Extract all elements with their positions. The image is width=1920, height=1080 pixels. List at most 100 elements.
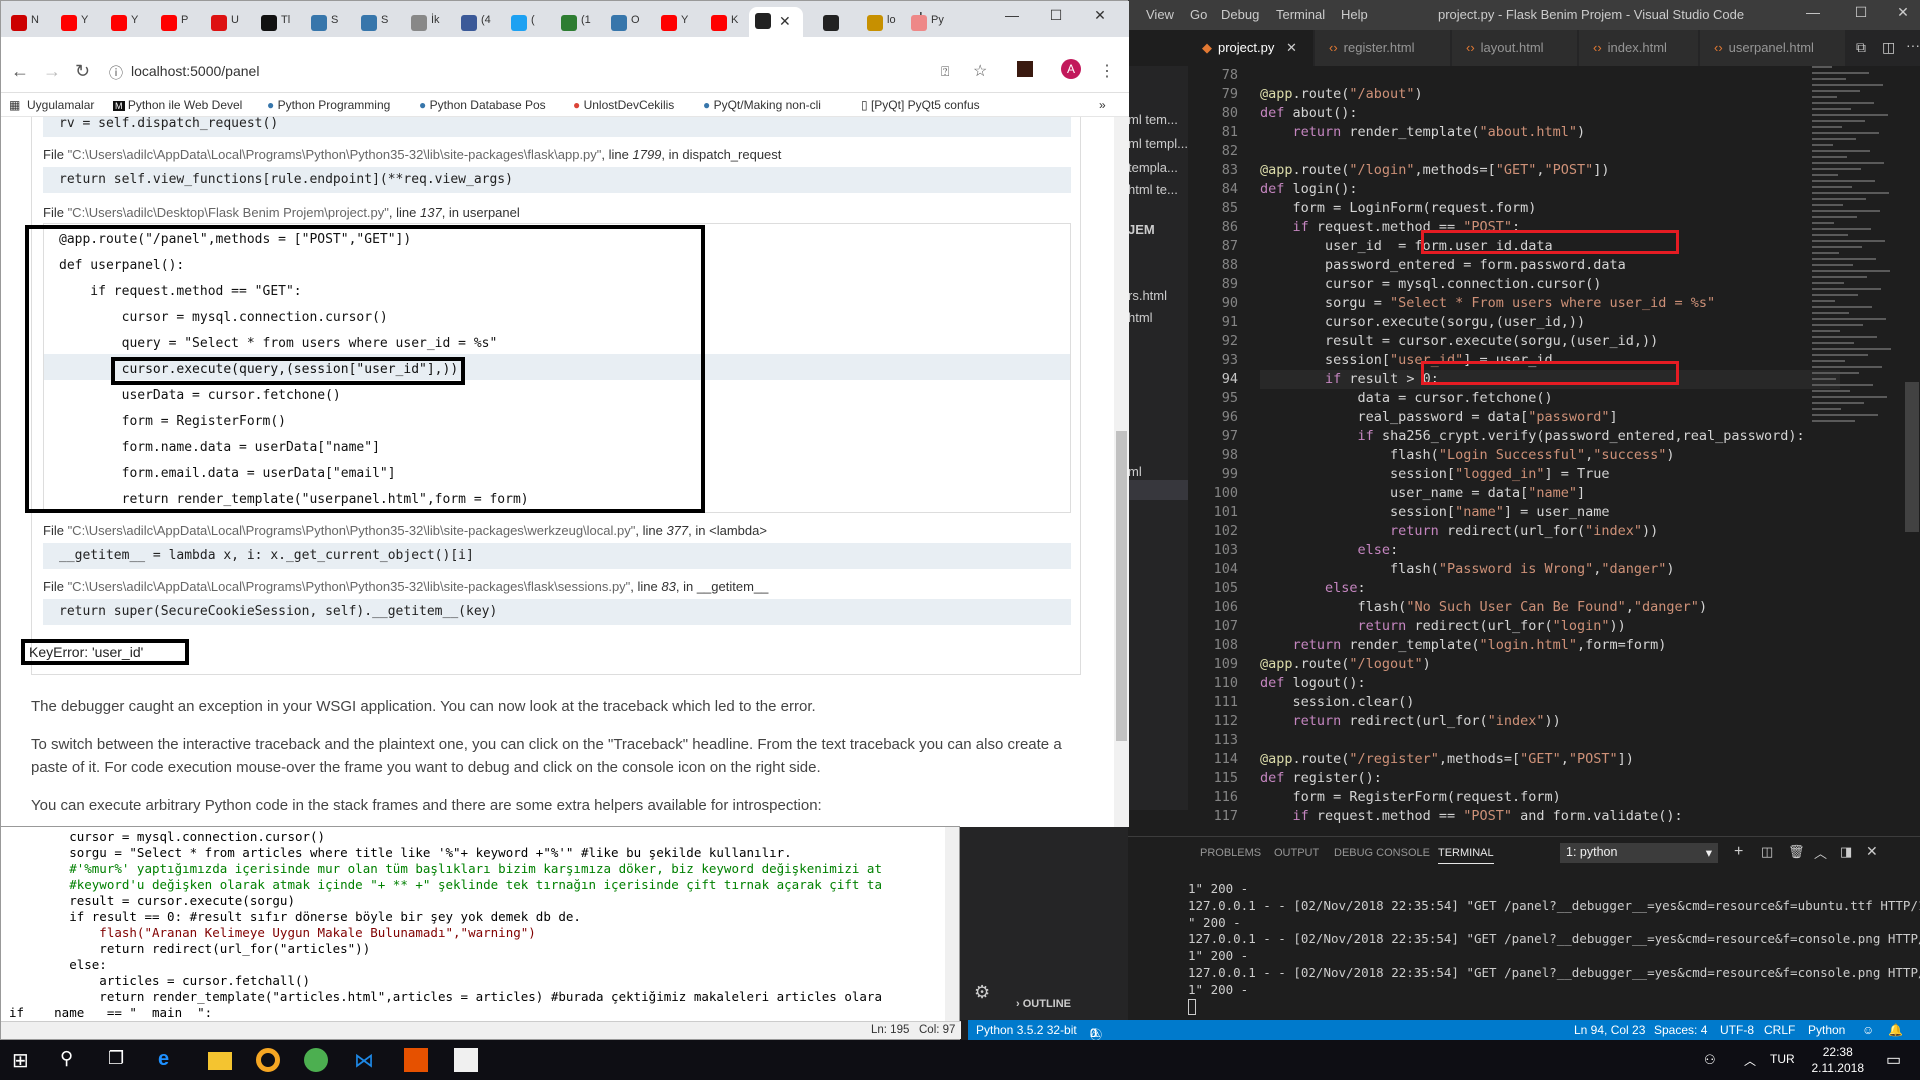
tab-register-html[interactable]: ‹› register.html [1315, 30, 1451, 66]
page-scrollbar[interactable] [1114, 117, 1129, 827]
info-icon[interactable]: ⓘ [109, 63, 123, 83]
tab-project-py[interactable]: ◆ project.py ✕ [1188, 30, 1314, 66]
panel-tab-debug-console[interactable]: DEBUG CONSOLE [1334, 847, 1430, 859]
minimize-icon[interactable]: — [997, 7, 1027, 29]
traceback-code-line[interactable]: return self.view_functions[rule.endpoint… [43, 167, 1071, 193]
panel-tab-output[interactable]: OUTPUT [1274, 847, 1319, 859]
menu-help[interactable]: Help [1341, 7, 1368, 22]
chevron-up-icon[interactable]: ︿ [1744, 1052, 1756, 1069]
browser-tab[interactable]: (1 [555, 9, 595, 37]
explorer-folder[interactable]: JEM [1128, 222, 1155, 237]
browser-tab[interactable]: Y [105, 9, 145, 37]
bookmark-item[interactable]: ▯ [PyQt] PyQt5 confus [861, 98, 980, 112]
bell-icon[interactable]: 🔔 [1888, 1023, 1903, 1037]
terminal-output[interactable]: 1" 200 -127.0.0.1 - - [02/Nov/2018 22:35… [1188, 881, 1920, 999]
app-circle-icon[interactable] [256, 1048, 280, 1072]
code-area[interactable]: @app.route("/about") def about(): return … [1260, 66, 1840, 836]
trash-icon[interactable]: 🗑 [1788, 844, 1805, 860]
task-view-icon[interactable]: ❐ [108, 1048, 132, 1072]
browser-tab[interactable]: (4 [455, 9, 495, 37]
close-icon[interactable]: ✕ [1085, 7, 1115, 29]
browser-tab-active[interactable]: ✕ [749, 7, 803, 37]
browser-tab[interactable]: S [355, 9, 395, 37]
editor-scrollbar[interactable] [945, 827, 959, 1021]
more-bookmarks-icon[interactable]: » [1099, 98, 1106, 112]
bookmark-item[interactable]: Uygulamalar [27, 98, 94, 112]
reload-icon[interactable]: ↻ [75, 61, 90, 82]
traceback-frame-header[interactable]: File "C:\Users\adilc\AppData\Local\Progr… [43, 579, 768, 594]
notepad-icon[interactable] [454, 1048, 478, 1072]
browser-tab[interactable]: Y [655, 9, 695, 37]
traceback-code-line[interactable]: return super(SecureCookieSession, self).… [43, 599, 1071, 625]
status-encoding[interactable]: UTF-8 [1720, 1023, 1754, 1037]
editor-scrollbar[interactable] [1905, 382, 1919, 532]
explorer-item[interactable]: templa... [1128, 160, 1178, 175]
explorer-item[interactable]: html [1128, 310, 1153, 325]
vscode-icon[interactable]: ⋈ [354, 1048, 378, 1072]
status-language[interactable]: Python [1808, 1023, 1845, 1037]
smiley-icon[interactable]: ☺ [1862, 1023, 1874, 1037]
translate-icon[interactable]: ⍰ [941, 63, 949, 80]
menu-view[interactable]: View [1146, 7, 1174, 22]
maximize-icon[interactable]: ☐ [1041, 7, 1071, 29]
browser-tab[interactable]: Py [905, 9, 945, 37]
more-actions-icon[interactable]: ··· [1906, 37, 1920, 53]
chevron-up-icon[interactable]: ︿ [1814, 843, 1827, 862]
text-editor-code[interactable]: cursor = mysql.connection.cursor() sorgu… [9, 829, 939, 1019]
minimize-icon[interactable]: — [1798, 4, 1828, 26]
terminal-select[interactable]: 1: python ▾ [1560, 843, 1718, 863]
extension-icon[interactable] [1017, 61, 1033, 77]
gear-icon[interactable]: ⚙ [974, 982, 990, 1003]
explorer-item[interactable]: ml templ... [1128, 136, 1188, 151]
language-indicator[interactable]: TUR [1770, 1052, 1795, 1066]
menu-terminal[interactable]: Terminal [1276, 7, 1325, 22]
close-icon[interactable]: ✕ [1888, 4, 1918, 26]
chrome-icon[interactable] [304, 1048, 328, 1072]
sublime-icon[interactable] [404, 1048, 428, 1072]
explorer-item[interactable]: ml tem... [1128, 112, 1178, 127]
traceback-frame-header[interactable]: File "C:\Users\adilc\AppData\Local\Progr… [43, 147, 781, 162]
traceback-code-line[interactable]: __getitem__ = lambda x, i: x._get_curren… [43, 543, 1071, 569]
file-explorer-icon[interactable] [208, 1052, 232, 1070]
close-tab-icon[interactable]: ✕ [1286, 40, 1297, 55]
status-cursor-position[interactable]: Ln 94, Col 23 [1574, 1023, 1645, 1037]
explorer-item[interactable]: html te... [1128, 182, 1178, 197]
maximize-icon[interactable]: ☐ [1846, 4, 1876, 26]
tab-index-html[interactable]: ‹› index.html [1579, 30, 1699, 66]
browser-tab[interactable] [817, 9, 857, 37]
browser-tab[interactable]: ( [505, 9, 545, 37]
code-editor[interactable]: 78 79 80 81 82 83 84 85 86 87 88 89 90 91 92 93 94 95 96 97… [1188, 66, 1920, 836]
explorer-item[interactable]: ml [1128, 464, 1142, 479]
browser-tab[interactable]: N [5, 9, 45, 37]
new-terminal-icon[interactable]: + [1734, 843, 1743, 861]
panel-tab-terminal[interactable]: TERMINAL [1438, 847, 1494, 864]
bookmark-item[interactable]: ● Python Database Pos [419, 98, 546, 112]
browser-tab[interactable]: S [305, 9, 345, 37]
windows-start-icon[interactable]: ⊞ [12, 1048, 36, 1072]
edge-icon[interactable]: e [158, 1048, 182, 1072]
avatar[interactable]: A [1061, 59, 1081, 79]
browser-tab[interactable]: Tl [255, 9, 295, 37]
status-indentation[interactable]: Spaces: 4 [1654, 1023, 1707, 1037]
traceback-frame-header[interactable]: File "C:\Users\adilc\Desktop\Flask Benim… [43, 205, 520, 220]
split-terminal-icon[interactable]: ◫ [1761, 844, 1773, 860]
address-bar[interactable]: localhost:5000/panel [131, 63, 259, 79]
panel-layout-icon[interactable]: ◨ [1840, 844, 1852, 860]
menu-icon[interactable]: ⋮ [1099, 61, 1115, 81]
explorer-item[interactable]: rs.html [1128, 288, 1167, 303]
clock[interactable]: 22:38 2.11.2018 [1812, 1044, 1865, 1076]
split-editor-icon[interactable]: ◫ [1882, 39, 1895, 56]
bookmark-item[interactable]: M Python ile Web Devel [113, 98, 242, 112]
browser-tab[interactable]: İk [405, 9, 445, 37]
menu-go[interactable]: Go [1190, 7, 1207, 22]
close-panel-icon[interactable]: ✕ [1866, 843, 1878, 860]
notifications-icon[interactable]: ▭ [1886, 1050, 1901, 1070]
status-python-version[interactable]: Python 3.5.2 32-bit [976, 1023, 1077, 1037]
bookmark-item[interactable]: ● PyQt/Making non-cli [703, 98, 821, 112]
star-icon[interactable]: ☆ [973, 61, 987, 81]
minimap[interactable] [1812, 66, 1904, 446]
scrollbar-thumb[interactable] [1116, 431, 1127, 741]
bookmark-item[interactable]: ● Python Programming [267, 98, 390, 112]
browser-tab[interactable]: O [605, 9, 645, 37]
status-eol[interactable]: CRLF [1764, 1023, 1795, 1037]
